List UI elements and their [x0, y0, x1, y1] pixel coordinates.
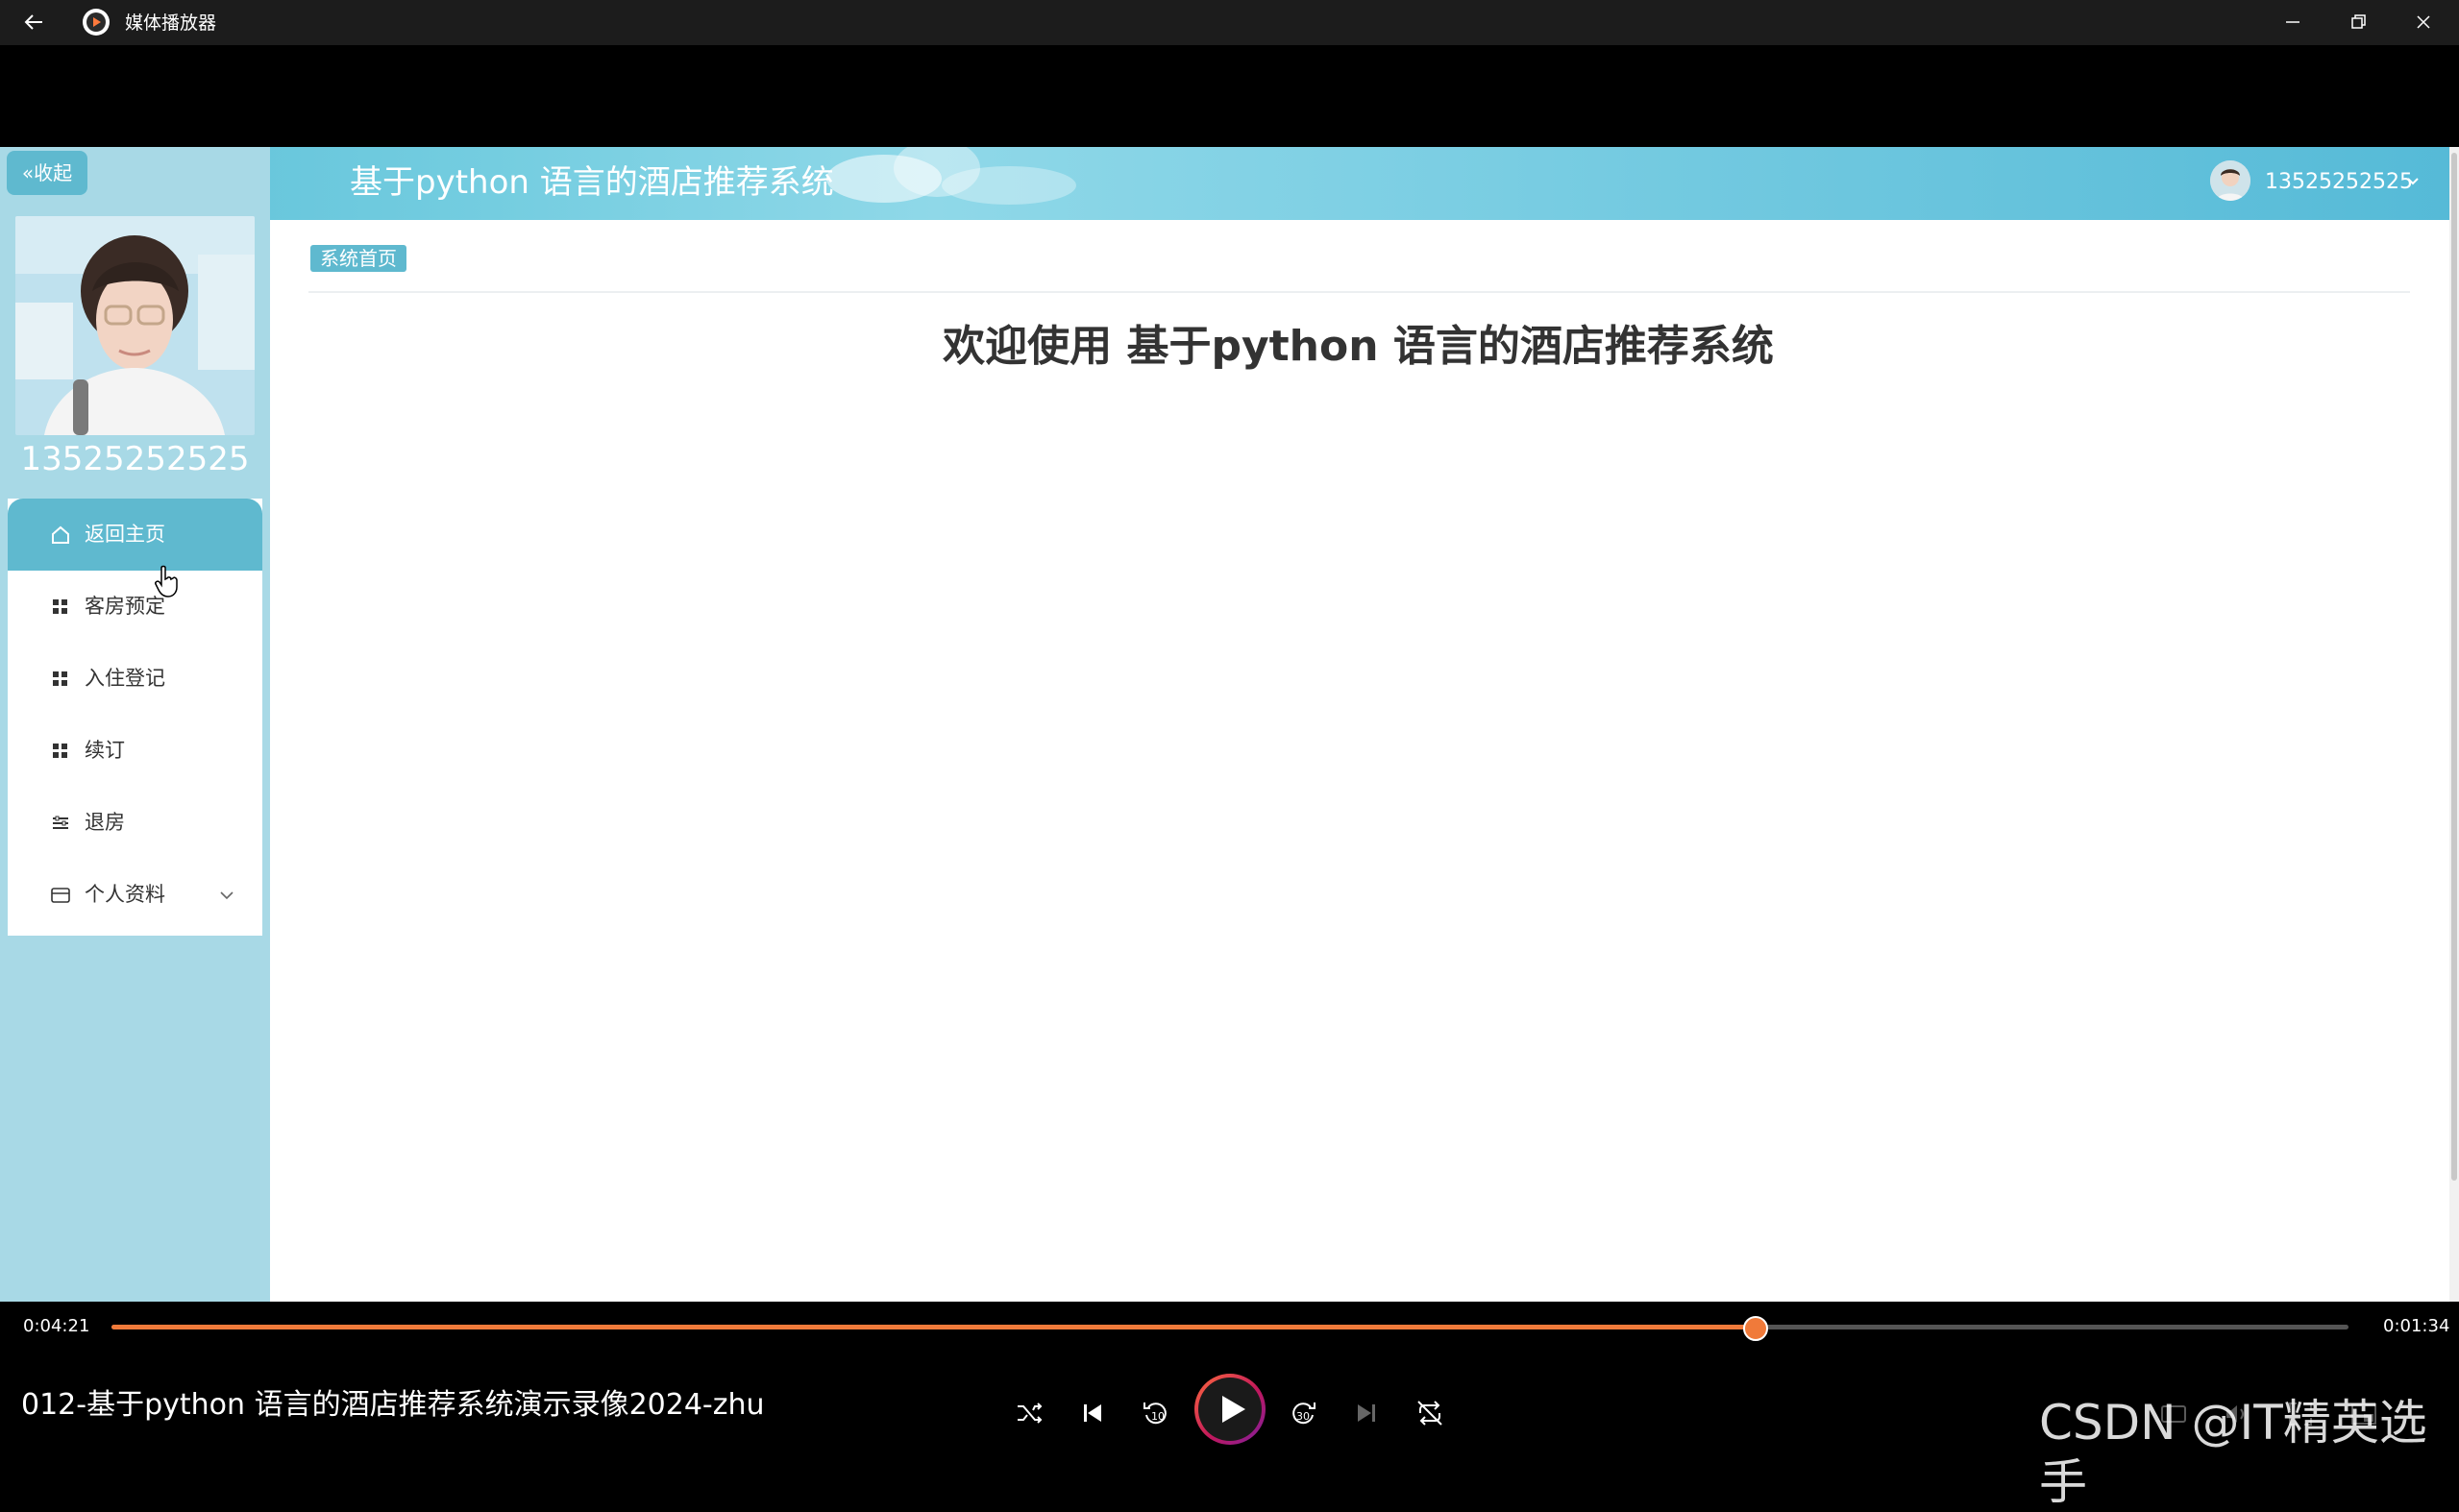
media-title: 012-基于python 语言的酒店推荐系统演示录像2024-zhu	[21, 1388, 765, 1422]
rewind-10-icon[interactable]: 10	[1139, 1396, 1173, 1430]
window-title: 媒体播放器	[125, 12, 217, 34]
sidebar-item-check-out[interactable]: 退房	[8, 787, 262, 859]
sidebar: «收起 13525252525 返回主页 客房预定 入住登记 续订 退房 个人资…	[0, 147, 270, 1302]
seek-bar-progress	[111, 1325, 1757, 1329]
chevron-down-icon[interactable]	[2406, 174, 2420, 192]
skip-next-icon[interactable]	[1349, 1396, 1384, 1430]
home-icon	[50, 524, 71, 546]
svg-text:30: 30	[1296, 1410, 1310, 1423]
time-remaining: 0:01:34	[2383, 1316, 2450, 1336]
double-chevron-left-icon: «	[21, 161, 35, 184]
sidebar-item-label: 个人资料	[85, 883, 165, 906]
sidebar-item-room-booking[interactable]: 客房预定	[8, 571, 262, 643]
main-content: 系统首页 欢迎使用 基于python 语言的酒店推荐系统	[270, 220, 2447, 1302]
welcome-heading: 欢迎使用 基于python 语言的酒店推荐系统	[943, 322, 1774, 371]
seek-bar-thumb[interactable]	[1743, 1316, 1769, 1341]
top-header: 基于python 语言的酒店推荐系统 13525252525	[0, 147, 2459, 220]
seek-bar[interactable]	[111, 1316, 2348, 1341]
sidebar-item-label: 续订	[85, 739, 125, 762]
shuffle-icon[interactable]	[1012, 1396, 1046, 1430]
sidebar-item-renewal[interactable]: 续订	[8, 715, 262, 787]
sidebar-item-label: 退房	[85, 811, 125, 834]
grid-icon	[50, 741, 71, 762]
user-avatar[interactable]	[2210, 160, 2250, 201]
collapse-sidebar-button[interactable]: «收起	[7, 151, 87, 195]
svg-text:10: 10	[1151, 1410, 1165, 1423]
player-controls: 0:04:21 0:01:34 012-基于python 语言的酒店推荐系统演示…	[0, 1302, 2459, 1510]
sidebar-item-profile[interactable]: 个人资料	[8, 859, 262, 931]
grid-icon	[50, 669, 71, 690]
restore-icon[interactable]	[2326, 0, 2390, 45]
forward-30-icon[interactable]: 30	[1286, 1396, 1320, 1430]
watermark: CSDN @IT精英选手	[2039, 1395, 2427, 1510]
sidebar-menu: 返回主页 客房预定 入住登记 续订 退房 个人资料	[8, 499, 262, 936]
divider	[308, 291, 2410, 293]
collapse-label: 收起	[34, 161, 73, 184]
header-cloud-decoration	[942, 166, 1076, 205]
time-elapsed: 0:04:21	[23, 1316, 90, 1336]
back-arrow-icon[interactable]	[21, 9, 48, 36]
chevron-down-icon[interactable]	[218, 886, 235, 909]
sliders-icon	[50, 813, 71, 834]
minimize-icon[interactable]	[2261, 0, 2324, 45]
sidebar-item-label: 入住登记	[85, 667, 165, 690]
id-card-icon	[50, 885, 71, 906]
window-title-bar: 媒体播放器	[0, 0, 2459, 45]
breadcrumb[interactable]: 系统首页	[310, 245, 406, 272]
video-frame: 基于python 语言的酒店推荐系统 13525252525 «收起 13525…	[0, 147, 2459, 1302]
sidebar-item-check-in[interactable]: 入住登记	[8, 643, 262, 715]
app-play-icon	[83, 9, 110, 36]
sidebar-item-label: 返回主页	[85, 523, 165, 546]
repeat-off-icon[interactable]	[1413, 1396, 1447, 1430]
play-icon	[1198, 1378, 1262, 1441]
hand-cursor-icon	[154, 565, 179, 601]
profile-name: 13525252525	[20, 440, 250, 478]
grid-icon	[50, 597, 71, 618]
header-user-name[interactable]: 13525252525	[2265, 168, 2413, 197]
close-icon[interactable]	[2392, 0, 2455, 45]
play-button[interactable]	[1194, 1374, 1266, 1445]
sidebar-item-home[interactable]: 返回主页	[8, 499, 262, 571]
scrollbar-thumb[interactable]	[2451, 153, 2457, 1181]
profile-photo	[15, 216, 255, 435]
skip-previous-icon[interactable]	[1075, 1396, 1110, 1430]
header-title: 基于python 语言的酒店推荐系统	[350, 163, 834, 202]
